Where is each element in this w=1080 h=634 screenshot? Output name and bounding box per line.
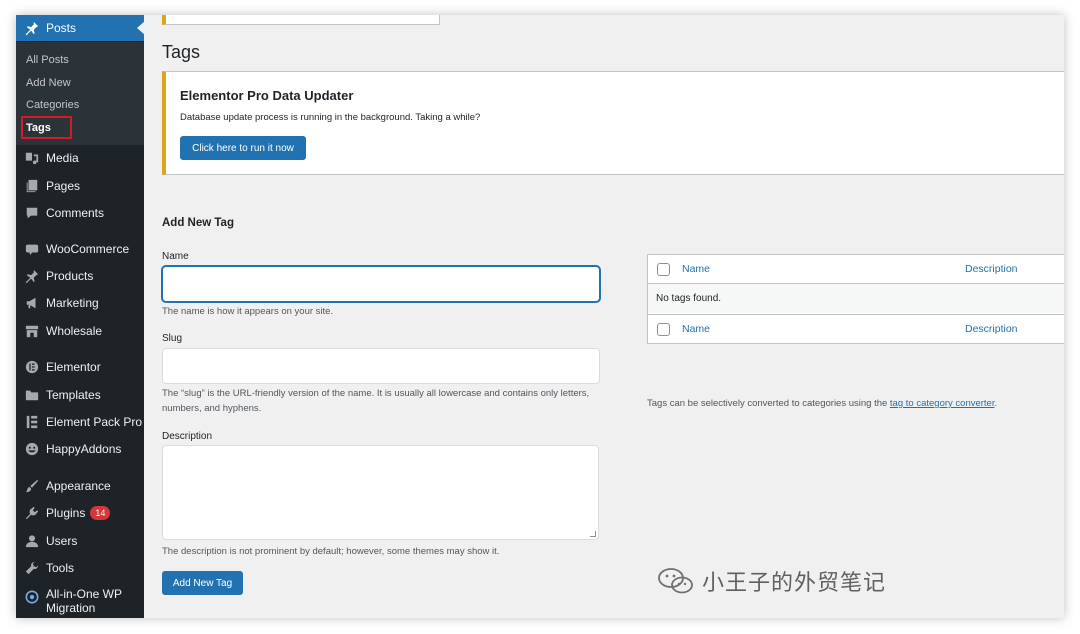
select-all-checkbox[interactable]: [657, 262, 670, 276]
empty-table-row: No tags found.: [648, 284, 1064, 313]
sidebar-item-label: Pages: [46, 179, 81, 193]
products-icon: [24, 268, 40, 284]
admin-sidebar: Posts All Posts Add New Categories Tags …: [16, 15, 145, 618]
pushpin-icon: [24, 20, 40, 36]
pages-icon: [24, 178, 40, 194]
sidebar-item-label: Element Pack Pro: [46, 415, 143, 429]
sidebar-item-label: Comments: [46, 206, 105, 220]
watermark-text: 小王子的外贸笔记: [702, 570, 887, 595]
sidebar-item-tools[interactable]: Tools: [16, 555, 144, 581]
elementor-updater-notice: Elementor Pro Data Updater Database upda…: [162, 71, 1064, 175]
column-description-header[interactable]: Description: [965, 263, 1018, 275]
column-name-header[interactable]: Name: [682, 263, 710, 275]
submenu-add-new[interactable]: Add New: [26, 77, 71, 89]
sidebar-item-element-pack[interactable]: Element Pack Pro: [16, 409, 144, 435]
converter-text: Tags can be selectively converted to cat…: [647, 398, 890, 409]
elementor-icon: [24, 359, 40, 375]
migration-line1: All-in-One WP: [46, 587, 123, 601]
sidebar-item-label: WooCommerce: [46, 242, 130, 256]
slug-label: Slug: [162, 333, 183, 344]
tag-name-input[interactable]: [162, 266, 600, 302]
plugins-icon: [24, 505, 40, 521]
submenu-all-posts[interactable]: All Posts: [26, 54, 69, 66]
migration-icon: [24, 589, 40, 605]
tag-converter-link[interactable]: tag to category converter: [890, 398, 995, 409]
table-footer-row: Name Description: [648, 314, 1064, 343]
happyaddons-icon: [24, 441, 40, 457]
description-help: The description is not prominent by defa…: [162, 546, 500, 557]
previous-notice-edge: [162, 15, 440, 25]
templates-icon: [24, 387, 40, 403]
converter-suffix: .: [994, 398, 998, 409]
appearance-icon: [24, 478, 40, 494]
description-label: Description: [162, 431, 213, 442]
woocommerce-icon: [24, 241, 40, 257]
marketing-icon: [24, 295, 40, 311]
name-help: The name is how it appears on your site.: [162, 306, 334, 317]
tag-description-textarea[interactable]: [162, 445, 599, 540]
sidebar-item-label: Wholesale: [46, 324, 103, 338]
sidebar-item-woocommerce[interactable]: WooCommerce: [16, 236, 144, 262]
wp-admin-window: Posts All Posts Add New Categories Tags …: [16, 15, 1064, 618]
sidebar-item-label: All-in-One WP Migration: [46, 587, 122, 615]
wechat-watermark: 小王子的外贸笔记: [656, 565, 886, 597]
tags-list-table: Name Description No tags found. Name Des…: [647, 254, 1064, 344]
column-description-footer[interactable]: Description: [965, 323, 1018, 335]
users-icon: [24, 533, 40, 549]
sidebar-item-migration[interactable]: All-in-One WP Migration: [16, 587, 144, 618]
plugins-update-badge: 14: [90, 506, 111, 520]
add-new-tag-button[interactable]: Add New Tag: [162, 571, 243, 595]
sidebar-item-products[interactable]: Products: [16, 263, 144, 289]
sidebar-item-label: Media: [46, 151, 79, 165]
sidebar-item-marketing[interactable]: Marketing: [16, 290, 144, 316]
sidebar-item-label: Appearance: [46, 479, 111, 493]
submenu-categories[interactable]: Categories: [26, 99, 79, 111]
add-new-tag-heading: Add New Tag: [162, 217, 234, 229]
sidebar-item-label: Users: [46, 534, 78, 548]
sidebar-item-plugins[interactable]: Plugins 14: [16, 500, 144, 526]
main-content: Tags Elementor Pro Data Updater Database…: [144, 15, 1064, 618]
table-header-row: Name Description: [648, 255, 1064, 284]
sidebar-item-users[interactable]: Users: [16, 528, 144, 554]
sidebar-item-templates[interactable]: Templates: [16, 382, 144, 408]
name-label: Name: [162, 251, 189, 262]
sidebar-item-happyaddons[interactable]: HappyAddons: [16, 436, 144, 462]
tag-slug-input[interactable]: [162, 348, 600, 384]
slug-help: The “slug” is the URL-friendly version o…: [162, 388, 590, 414]
sidebar-item-label: Templates: [46, 388, 101, 402]
sidebar-item-label: Tools: [46, 561, 75, 575]
sidebar-item-elementor[interactable]: Elementor: [16, 354, 144, 380]
resize-grip-icon[interactable]: [590, 531, 596, 537]
comments-icon: [24, 205, 40, 221]
sidebar-item-label: Marketing: [46, 296, 99, 310]
tags-highlight-box: [21, 116, 72, 139]
sidebar-item-appearance[interactable]: Appearance: [16, 473, 144, 499]
tools-icon: [24, 560, 40, 576]
sidebar-item-media[interactable]: Media: [16, 145, 144, 171]
wechat-icon: [658, 568, 693, 594]
sidebar-item-wholesale[interactable]: Wholesale: [16, 318, 144, 344]
media-icon: [24, 150, 40, 166]
sidebar-item-posts[interactable]: Posts: [16, 15, 145, 41]
notice-text: Database update process is running in th…: [180, 112, 481, 123]
converter-note: Tags can be selectively converted to cat…: [647, 398, 997, 409]
sidebar-item-pages[interactable]: Pages: [16, 173, 144, 199]
sidebar-item-label: HappyAddons: [46, 442, 122, 456]
notice-title: Elementor Pro Data Updater: [180, 88, 354, 103]
run-updater-button[interactable]: Click here to run it now: [180, 136, 306, 160]
migration-line2: Migration: [46, 601, 96, 615]
wholesale-icon: [24, 323, 40, 339]
element-pack-icon: [24, 414, 40, 430]
sidebar-item-label: Plugins: [46, 506, 86, 520]
column-name-footer[interactable]: Name: [682, 323, 710, 335]
sidebar-item-label: Products: [46, 269, 94, 283]
page-title: Tags: [162, 42, 201, 62]
sidebar-item-label: Posts: [46, 21, 77, 35]
select-all-footer-checkbox[interactable]: [657, 322, 670, 336]
sidebar-item-label: Elementor: [46, 360, 101, 374]
sidebar-item-comments[interactable]: Comments: [16, 200, 144, 226]
